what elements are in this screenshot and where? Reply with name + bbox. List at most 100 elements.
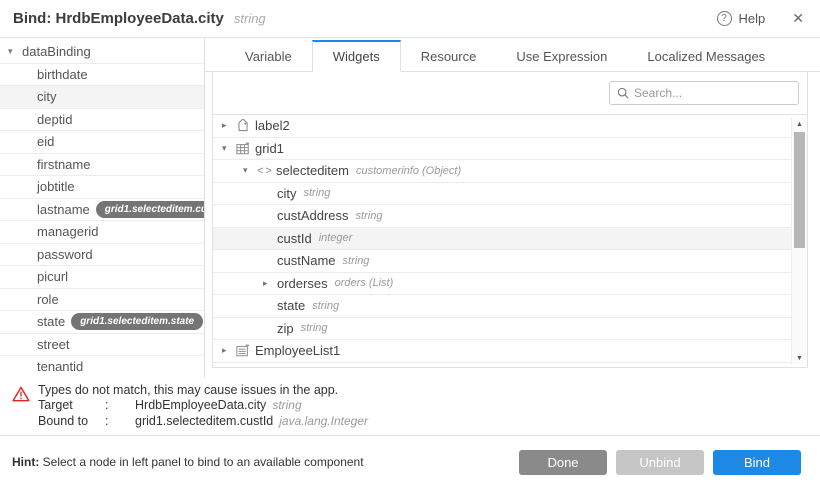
- footer-buttons: Done Unbind Bind: [519, 450, 801, 475]
- target-path: HrdbEmployeeData.city: [135, 398, 266, 412]
- dialog-footer: Hint: Select a node in left panel to bin…: [0, 435, 820, 488]
- tree-node-type: string: [312, 300, 339, 312]
- unbind-button[interactable]: Unbind: [616, 450, 704, 475]
- binding-source-panel: Variable Widgets Resource Use Expression…: [205, 38, 820, 378]
- sidebar-item-label: state: [37, 314, 65, 329]
- sidebar-item-jobtitle[interactable]: jobtitle: [0, 176, 204, 199]
- help-icon[interactable]: ?: [717, 11, 732, 26]
- chevron-down-icon[interactable]: ▾: [8, 46, 22, 57]
- sidebar-item-label: password: [37, 247, 93, 262]
- tree-node-label: zip: [277, 321, 294, 336]
- tree-row-custaddress[interactable]: custAddress string: [213, 205, 791, 228]
- tree-node-label: state: [277, 298, 305, 313]
- sidebar-item-label: city: [37, 89, 57, 104]
- sidebar-item-label: picurl: [37, 269, 68, 284]
- bound-label: Bound to: [38, 414, 105, 430]
- tree-row-grid1[interactable]: ▾ grid1: [213, 138, 791, 161]
- chevron-down-icon[interactable]: ▾: [222, 143, 236, 154]
- sidebar-item-label: lastname: [37, 202, 90, 217]
- bind-button[interactable]: Bind: [713, 450, 801, 475]
- tree-node-type: string: [343, 255, 370, 267]
- sidebar-item-tenantid[interactable]: tenantid: [0, 356, 204, 378]
- search-row: [213, 72, 807, 115]
- tree-node-label: EmployeeList1: [255, 343, 340, 358]
- tree-node-type: string: [356, 210, 383, 222]
- dialog-header: Bind: HrdbEmployeeData.city string ? Hel…: [0, 0, 820, 38]
- target-type: string: [272, 398, 301, 412]
- sidebar-item-databinding[interactable]: ▾ dataBinding: [0, 41, 204, 64]
- hint-label: Hint:: [12, 455, 39, 469]
- sidebar-item-label: eid: [37, 134, 54, 149]
- warning-message: Types do not match, this may cause issue…: [38, 383, 820, 398]
- close-icon[interactable]: ✕: [792, 10, 804, 27]
- tree-row-state[interactable]: state string: [213, 295, 791, 318]
- dialog-body: ▾ dataBinding birthdate city deptid eid …: [0, 38, 820, 378]
- chevron-right-icon[interactable]: ▸: [222, 120, 236, 131]
- warning-icon: [12, 386, 30, 407]
- sidebar-item-eid[interactable]: eid: [0, 131, 204, 154]
- chevron-right-icon[interactable]: ▸: [263, 278, 277, 289]
- sidebar-item-city[interactable]: city: [0, 86, 204, 109]
- header-actions: ? Help ✕: [717, 10, 804, 27]
- tab-use-expression[interactable]: Use Expression: [496, 42, 627, 71]
- bind-dialog: Bind: HrdbEmployeeData.city string ? Hel…: [0, 0, 820, 488]
- chevron-right-icon[interactable]: ▸: [222, 345, 236, 356]
- search-icon: [617, 87, 629, 99]
- list-icon: [236, 344, 255, 357]
- sidebar-item-password[interactable]: password: [0, 244, 204, 267]
- tree-row-orderses[interactable]: ▸ orderses orders (List): [213, 273, 791, 296]
- sidebar-item-label: managerid: [37, 224, 98, 239]
- hint-body: Select a node in left panel to bind to a…: [39, 455, 363, 469]
- tree-node-label: city: [277, 186, 297, 201]
- grid-icon: [236, 142, 255, 155]
- hint-text: Hint: Select a node in left panel to bin…: [12, 455, 364, 469]
- dialog-title-type: string: [234, 11, 266, 26]
- sidebar-item-role[interactable]: role: [0, 289, 204, 312]
- tree-row-custname[interactable]: custName string: [213, 250, 791, 273]
- search-box: [609, 81, 799, 105]
- search-input[interactable]: [634, 86, 791, 100]
- bound-path: grid1.selecteditem.custId: [135, 414, 273, 428]
- sidebar-item-managerid[interactable]: managerid: [0, 221, 204, 244]
- warning-target-row: Target : HrdbEmployeeData.citystring: [38, 398, 820, 414]
- done-button[interactable]: Done: [519, 450, 607, 475]
- target-label: Target: [38, 398, 105, 414]
- tree-scrollbar[interactable]: ▲ ▼: [791, 118, 807, 365]
- tree-node-label: grid1: [255, 141, 284, 156]
- sidebar-item-deptid[interactable]: deptid: [0, 109, 204, 132]
- sidebar-item-label: tenantid: [37, 359, 83, 374]
- target-value: HrdbEmployeeData.city string: [135, 398, 820, 414]
- help-link[interactable]: Help: [739, 11, 766, 26]
- dialog-title: Bind: HrdbEmployeeData.city: [13, 10, 224, 27]
- tree-row-employeelist1[interactable]: ▸ EmployeeList1: [213, 340, 791, 363]
- tab-resource[interactable]: Resource: [401, 42, 497, 71]
- sidebar-item-lastname[interactable]: lastname grid1.selecteditem.custName: [0, 199, 204, 222]
- tree-row-custid[interactable]: custId integer: [213, 228, 791, 251]
- tree-node-label: selecteditem: [276, 163, 349, 178]
- tree-node-type: string: [304, 187, 331, 199]
- sidebar-item-label: deptid: [37, 112, 72, 127]
- tree-row-zip[interactable]: zip string: [213, 318, 791, 341]
- sidebar-item-birthdate[interactable]: birthdate: [0, 64, 204, 87]
- tab-variable[interactable]: Variable: [225, 42, 312, 71]
- tab-widgets[interactable]: Widgets: [312, 40, 401, 72]
- tree-row-city[interactable]: city string: [213, 183, 791, 206]
- sidebar-item-picurl[interactable]: picurl: [0, 266, 204, 289]
- sidebar-item-street[interactable]: street: [0, 334, 204, 357]
- separator: :: [105, 414, 135, 430]
- scroll-down-icon[interactable]: ▼: [796, 352, 803, 365]
- chevron-down-icon[interactable]: ▾: [243, 165, 257, 176]
- tree-row-selecteditem[interactable]: ▾ <> selecteditem customerinfo (Object): [213, 160, 791, 183]
- tree-node-type: customerinfo (Object): [356, 165, 461, 177]
- tree-node-type: string: [301, 322, 328, 334]
- sidebar-item-state[interactable]: state grid1.selecteditem.state: [0, 311, 204, 334]
- sidebar-item-firstname[interactable]: firstname: [0, 154, 204, 177]
- tree-row-label2[interactable]: ▸ label2: [213, 115, 791, 138]
- binding-badge: grid1.selecteditem.custName: [96, 201, 205, 218]
- widgets-tree-panel: ▸ label2 ▾: [212, 72, 808, 368]
- scroll-up-icon[interactable]: ▲: [796, 118, 803, 131]
- tab-localized-messages[interactable]: Localized Messages: [627, 42, 785, 71]
- scrollbar-thumb[interactable]: [794, 132, 805, 248]
- sidebar-item-label: firstname: [37, 157, 90, 172]
- sidebar-item-label: role: [37, 292, 59, 307]
